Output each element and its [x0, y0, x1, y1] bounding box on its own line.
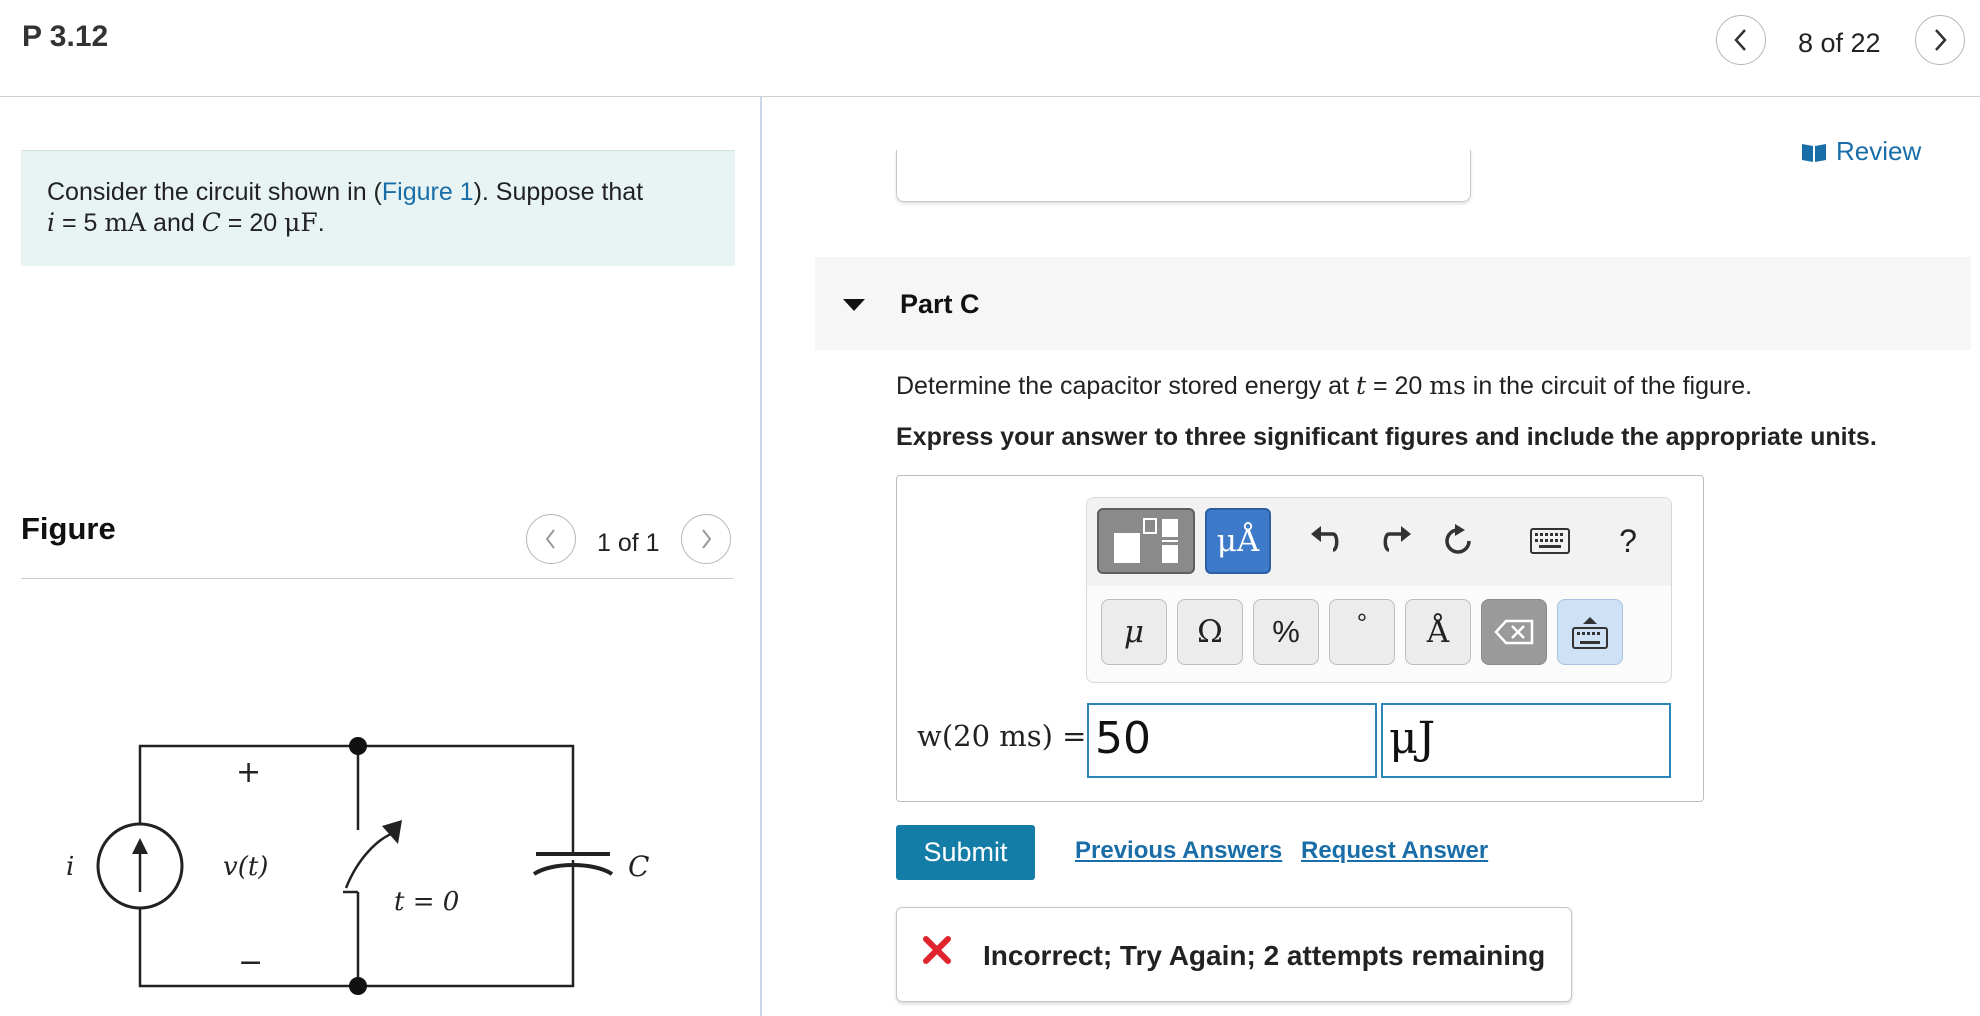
- omega-key[interactable]: Ω: [1177, 599, 1243, 665]
- book-icon: [1802, 143, 1826, 162]
- minus-sign: −: [238, 945, 263, 980]
- submit-button[interactable]: Submit: [896, 825, 1035, 880]
- chevron-right-icon: [1935, 29, 1947, 51]
- current-source: [96, 822, 184, 910]
- next-problem-button[interactable]: [1915, 15, 1965, 65]
- part-c-header[interactable]: [815, 257, 1971, 350]
- angstrom-key[interactable]: Å: [1405, 599, 1471, 665]
- templates-icon: [1114, 518, 1178, 563]
- next-figure-button[interactable]: [681, 514, 731, 564]
- request-answer-link[interactable]: Request Answer: [1301, 837, 1488, 865]
- mu-key[interactable]: μ: [1101, 599, 1167, 665]
- time-unit: ms: [1429, 371, 1466, 400]
- keyboard-icon: [1572, 627, 1608, 649]
- problem-text: and: [146, 209, 202, 237]
- keyboard-icon: [1530, 528, 1570, 554]
- error-x-icon: [923, 936, 951, 964]
- panel-divider[interactable]: [760, 97, 762, 1016]
- problem-text: .: [317, 209, 325, 237]
- chevron-left-icon: [1734, 29, 1746, 51]
- top-node: [349, 737, 367, 755]
- current-unit: mA: [104, 208, 147, 237]
- help-button[interactable]: ?: [1608, 517, 1648, 565]
- capacitor-label: C: [628, 850, 649, 883]
- time-symbol: t: [1355, 371, 1367, 400]
- capacitance-value: = 20: [220, 209, 285, 237]
- templates-button[interactable]: [1097, 508, 1195, 574]
- review-label: Review: [1836, 136, 1922, 166]
- reset-button[interactable]: [1433, 515, 1483, 567]
- problem-title: P 3.12: [22, 20, 109, 53]
- voltage-label: v(t): [223, 852, 268, 882]
- undo-button[interactable]: [1299, 515, 1349, 567]
- figure-counter: 1 of 1: [597, 529, 660, 557]
- problem-text: ). Suppose that: [473, 178, 644, 206]
- previous-problem-button[interactable]: [1716, 15, 1766, 65]
- figure-divider: [21, 578, 733, 579]
- switch: [343, 830, 397, 894]
- capacitance-symbol: C: [201, 208, 221, 237]
- instruction-text: Express your answer to three significant…: [896, 423, 1877, 451]
- backspace-key[interactable]: [1481, 599, 1547, 665]
- figure-heading: Figure: [21, 511, 116, 546]
- source-label: i: [66, 852, 74, 882]
- switch-arrow: [382, 820, 402, 844]
- figure-1-link[interactable]: Figure 1: [382, 178, 474, 206]
- chevron-up-icon: [1583, 617, 1597, 624]
- collapse-caret-icon[interactable]: [843, 299, 865, 311]
- bottom-node: [349, 977, 367, 995]
- review-link[interactable]: Review: [1800, 136, 1921, 167]
- top-bar: [0, 0, 1980, 97]
- part-title: Part C: [900, 289, 980, 319]
- question-part: in the circuit of the figure.: [1465, 372, 1753, 400]
- problem-counter: 8 of 22: [1798, 28, 1881, 58]
- switch-time-label: t = 0: [394, 887, 459, 917]
- units-button[interactable]: μÅ: [1205, 508, 1271, 574]
- previous-figure-button[interactable]: [526, 514, 576, 564]
- show-keyboard-key[interactable]: [1557, 599, 1623, 665]
- chevron-left-icon: [545, 529, 555, 549]
- problem-statement-line1: Consider the circuit shown in (Figure 1)…: [47, 178, 643, 207]
- circuit-diagram: i v(t) + − t = 0 C: [66, 737, 649, 995]
- degree-key[interactable]: °: [1329, 599, 1395, 665]
- reset-icon: [1445, 524, 1471, 554]
- answer-value-input[interactable]: 50: [1087, 703, 1377, 778]
- answer-label: w(20 ms) =: [917, 719, 1087, 753]
- question-text: Determine the capacitor stored energy at…: [896, 371, 1752, 401]
- current-value: = 5: [55, 209, 105, 237]
- redo-icon: [1383, 526, 1411, 552]
- redo-button[interactable]: [1373, 515, 1423, 567]
- current-symbol: i: [47, 208, 55, 237]
- backspace-icon: [1494, 619, 1534, 645]
- question-part: = 20: [1366, 372, 1430, 400]
- undo-icon: [1311, 526, 1339, 552]
- feedback-message: Incorrect; Try Again; 2 attempts remaini…: [983, 940, 1546, 971]
- percent-key[interactable]: %: [1253, 599, 1319, 665]
- previous-answers-link[interactable]: Previous Answers: [1075, 837, 1282, 865]
- answer-unit-input[interactable]: μJ: [1381, 703, 1671, 778]
- chevron-right-icon: [702, 529, 712, 549]
- problem-statement-line2: i = 5 mA and C = 20 μF.: [47, 208, 325, 238]
- problem-text: Consider the circuit shown in (: [47, 178, 382, 206]
- plus-sign: +: [236, 755, 261, 790]
- question-part: Determine the capacitor stored energy at: [896, 372, 1356, 400]
- keyboard-button[interactable]: [1527, 521, 1573, 561]
- capacitance-unit: μF: [284, 208, 318, 237]
- previous-part-card: [896, 150, 1471, 202]
